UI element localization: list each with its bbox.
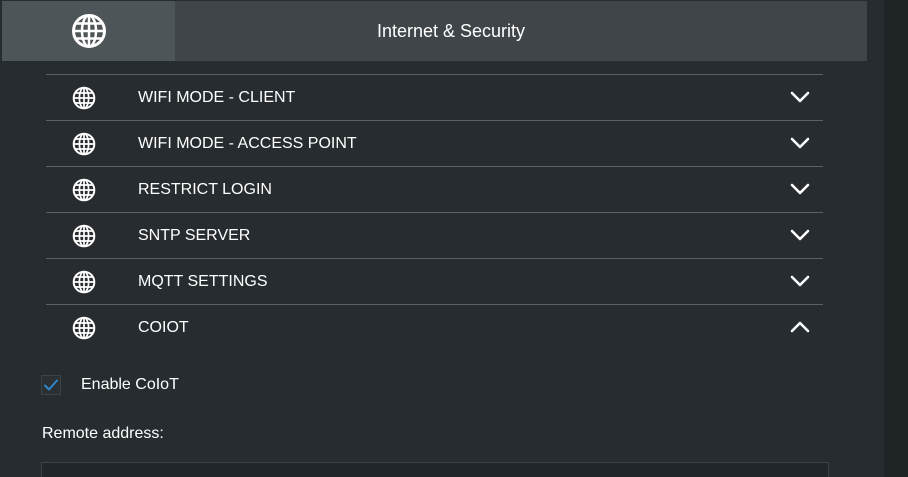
accordion-label: WIFI MODE - ACCESS POINT [138, 135, 357, 152]
chevron-down-icon[interactable] [790, 136, 810, 150]
enable-coiot-label: Enable CoIoT [81, 376, 179, 393]
accordion-item-restrict-login[interactable]: RESTRICT LOGIN [46, 166, 823, 212]
accordion-item-wifi-client[interactable]: WIFI MODE - CLIENT [46, 74, 823, 120]
globe-icon [71, 14, 106, 48]
checkmark-icon [44, 379, 58, 391]
settings-page: Internet & Security WIFI MODE - CLIENT W… [0, 0, 908, 477]
accordion-label: COIOT [138, 319, 189, 336]
globe-icon [72, 132, 96, 156]
globe-icon [72, 178, 96, 202]
header-icon-tab[interactable] [2, 1, 175, 61]
settings-accordion: WIFI MODE - CLIENT WIFI MODE - ACCESS PO… [46, 74, 823, 350]
accordion-item-mqtt-settings[interactable]: MQTT SETTINGS [46, 258, 823, 304]
page-title: Internet & Security [376, 20, 526, 41]
accordion-item-wifi-access-point[interactable]: WIFI MODE - ACCESS POINT [46, 120, 823, 166]
scrollbar-track[interactable] [884, 0, 908, 477]
header-bar: Internet & Security [2, 1, 867, 61]
accordion-label: RESTRICT LOGIN [138, 181, 272, 198]
accordion-item-coiot[interactable]: COIOT [46, 304, 823, 350]
globe-icon [72, 270, 96, 294]
globe-icon [72, 316, 96, 340]
enable-coiot-row[interactable]: Enable CoIoT [41, 373, 179, 397]
globe-icon [72, 86, 96, 110]
chevron-down-icon[interactable] [790, 228, 810, 242]
remote-address-input[interactable] [41, 462, 829, 477]
globe-icon [72, 224, 96, 248]
chevron-down-icon[interactable] [790, 90, 810, 104]
accordion-label: WIFI MODE - CLIENT [138, 89, 296, 106]
chevron-down-icon[interactable] [790, 274, 810, 288]
accordion-label: SNTP SERVER [138, 227, 251, 244]
accordion-item-sntp-server[interactable]: SNTP SERVER [46, 212, 823, 258]
enable-coiot-checkbox[interactable] [41, 375, 61, 395]
chevron-up-icon[interactable] [790, 320, 810, 334]
remote-address-label: Remote address: [42, 425, 164, 442]
chevron-down-icon[interactable] [790, 182, 810, 196]
accordion-label: MQTT SETTINGS [138, 273, 268, 290]
